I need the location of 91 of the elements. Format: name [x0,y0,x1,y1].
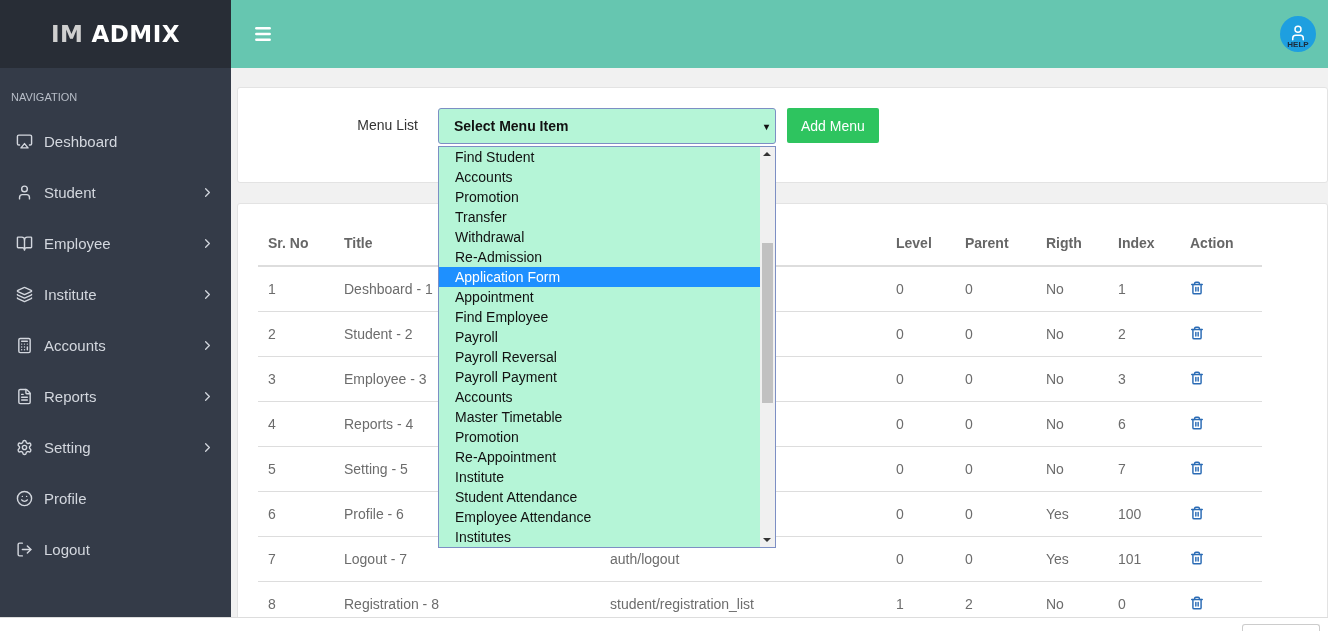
table-cell: Yes [1036,491,1108,537]
scrollbar[interactable] [760,147,775,547]
menu-list-label: Menu List [356,116,419,133]
dropdown-option[interactable]: Employee Attendance [439,507,760,527]
table-cell: 7 [258,536,334,582]
table-cell: 1 [258,266,334,312]
table-cell: 6 [258,491,334,537]
dropdown-option[interactable]: Find Employee [439,307,760,327]
table-cell: 0 [955,401,1036,447]
brand-logo: IM ADMIX [0,0,231,68]
dropdown-option[interactable]: Payroll Payment [439,367,760,387]
table-cell: 6 [1108,401,1180,447]
dropdown-option[interactable]: Institute [439,467,760,487]
nav-item[interactable]: Institute [0,269,231,320]
table-cell: No [1036,446,1108,492]
document-icon [16,388,33,405]
nav-item[interactable]: Reports [0,371,231,422]
column-header: Rigth [1036,211,1108,266]
table-cell: No [1036,356,1108,402]
dropdown-option[interactable]: Payroll Reversal [439,347,760,367]
dropdown-option[interactable]: Withdrawal [439,227,760,247]
table-cell: 0 [955,536,1036,582]
table-cell: 0 [886,266,955,312]
delete-icon[interactable] [1190,325,1204,340]
dropdown-option[interactable]: Student Attendance [439,487,760,507]
table-cell: 0 [955,266,1036,312]
table-cell: 1 [1108,266,1180,312]
column-header: Level [886,211,955,266]
dropdown-option[interactable]: Accounts [439,387,760,407]
delete-icon[interactable] [1190,595,1204,610]
delete-icon[interactable] [1190,460,1204,475]
calculator-icon [16,337,33,354]
column-header: Sr. No [258,211,334,266]
dropdown-option[interactable]: Master Timetable [439,407,760,427]
column-header: Parent [955,211,1036,266]
dropdown-option[interactable]: Find Student [439,147,760,167]
face-icon [16,490,33,507]
dropdown-option[interactable]: Transfer [439,207,760,227]
delete-icon[interactable] [1190,505,1204,520]
delete-icon[interactable] [1190,280,1204,295]
dropdown-option[interactable]: Re-Admission [439,247,760,267]
nav-item[interactable]: Logout [0,524,231,575]
table-cell: 0 [955,356,1036,402]
table-cell: No [1036,311,1108,357]
delete-icon[interactable] [1190,550,1204,565]
settings-icon [16,439,33,456]
help-icon[interactable]: HELP [1280,16,1316,52]
user-icon [16,184,33,201]
table-cell: 0 [886,401,955,447]
nav-item[interactable]: Profile [0,473,231,524]
table-cell: 0 [886,446,955,492]
column-header: Action [1180,211,1262,266]
dropdown-option[interactable]: Promotion [439,187,760,207]
delete-icon[interactable] [1190,370,1204,385]
table-cell: 0 [955,311,1036,357]
table-cell: No [1036,401,1108,447]
dropdown-option[interactable]: Accounts [439,167,760,187]
nav-item[interactable]: Accounts [0,320,231,371]
dropdown-option[interactable]: Appointment [439,287,760,307]
table-cell: 0 [955,446,1036,492]
dropdown-option[interactable]: Payroll [439,327,760,347]
nav-item[interactable]: Setting [0,422,231,473]
table-cell: No [1036,266,1108,312]
nav-item[interactable]: Deshboard [0,116,231,167]
table-cell: 0 [886,311,955,357]
table-cell: 5 [258,446,334,492]
nav-heading: NAVIGATION [10,90,79,105]
table-cell: Yes [1036,536,1108,582]
nav-item[interactable]: Employee [0,218,231,269]
table-cell: 4 [258,401,334,447]
column-header: Index [1108,211,1180,266]
table-cell: 0 [886,356,955,402]
caret-icon: ▾ [764,120,769,132]
table-cell: 100 [1108,491,1180,537]
table-cell: 3 [258,356,334,402]
table-cell: 0 [955,491,1036,537]
table-cell: 2 [1108,311,1180,357]
dropdown-option[interactable]: Re-Appointment [439,447,760,467]
monitor-icon [16,133,33,150]
table-cell: 3 [1108,356,1180,402]
layers-icon [16,286,33,303]
table-cell: 101 [1108,536,1180,582]
book-icon [16,235,33,252]
nav-item[interactable]: Student [0,167,231,218]
logout-icon [16,541,33,558]
table-cell: 0 [886,536,955,582]
table-cell: 2 [258,311,334,357]
table-cell: 7 [1108,446,1180,492]
table-cell: 0 [886,491,955,537]
dropdown-option[interactable]: Promotion [439,427,760,447]
delete-icon[interactable] [1190,415,1204,430]
